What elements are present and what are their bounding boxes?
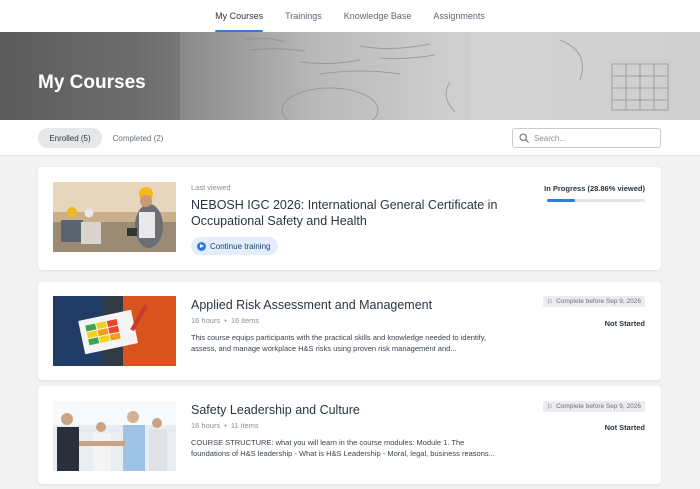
completed-tab-label: Completed (2) (112, 133, 164, 143)
course-thumbnail[interactable] (53, 296, 176, 366)
progress-bar-fill (547, 199, 576, 202)
course-items: 16 items (230, 316, 260, 325)
completed-tab[interactable]: Completed (2) (106, 128, 170, 148)
tab-label: Knowledge Base (343, 11, 412, 21)
tab-label: Trainings (285, 11, 322, 21)
course-card[interactable]: Last viewed NEBOSH IGC 2026: Internation… (38, 167, 661, 270)
tab-label: My Courses (215, 11, 264, 21)
due-date-label: Complete before Sep 9, 2026 (556, 298, 641, 305)
course-meta: 16 hours • 11 items (191, 421, 521, 430)
course-title[interactable]: Applied Risk Assessment and Management (191, 297, 521, 313)
tab-assignments[interactable]: Assignments (422, 0, 496, 32)
search-icon (519, 133, 529, 143)
meta-separator: • (224, 316, 227, 325)
play-icon (197, 241, 206, 251)
course-card[interactable]: Applied Risk Assessment and Management 1… (38, 282, 661, 380)
continue-training-button[interactable]: Continue training (191, 237, 279, 255)
tab-my-courses[interactable]: My Courses (204, 0, 274, 32)
progress-bar (547, 199, 645, 202)
filter-bar: Enrolled (5) Completed (2) (0, 120, 700, 156)
due-date-label: Complete before Sep 9, 2026 (556, 403, 641, 410)
course-thumbnail[interactable] (53, 401, 176, 471)
search-box[interactable] (512, 128, 661, 148)
course-thumbnail[interactable] (53, 182, 176, 252)
course-image-leadership (53, 401, 176, 471)
search-input[interactable] (534, 133, 652, 143)
continue-training-label: Continue training (210, 241, 271, 251)
course-description: COURSE STRUCTURE: what you will learn in… (191, 438, 495, 458)
course-hours: 16 hours (191, 316, 221, 325)
due-date-badge: ⚐ Complete before Sep 9, 2026 (542, 401, 645, 412)
progress-status: In Progress (28.86% viewed) (544, 184, 645, 193)
course-title[interactable]: Safety Leadership and Culture (191, 402, 521, 418)
course-items: 11 items (230, 421, 259, 430)
course-info: Last viewed NEBOSH IGC 2026: Internation… (191, 183, 521, 229)
course-description: This course equips participants with the… (191, 333, 487, 353)
course-hours: 16 hours (191, 421, 221, 430)
due-date-badge: ⚐ Complete before Sep 9, 2026 (542, 296, 645, 307)
course-meta: 16 hours • 16 items (191, 316, 521, 325)
flag-icon: ⚐ (546, 298, 554, 306)
course-info: Applied Risk Assessment and Management 1… (191, 297, 521, 354)
course-image-risk-matrix (53, 296, 176, 366)
course-image-workers (53, 182, 176, 252)
enrolled-tab[interactable]: Enrolled (5) (38, 128, 102, 148)
flag-icon: ⚐ (546, 403, 554, 411)
course-info: Safety Leadership and Culture 16 hours • 1… (191, 402, 521, 459)
course-card[interactable]: Safety Leadership and Culture 16 hours • 1… (38, 386, 661, 484)
page-title: My Courses (38, 72, 146, 93)
enrolled-tab-label: Enrolled (5) (49, 133, 91, 143)
last-viewed-label: Last viewed (191, 183, 231, 192)
tab-label: Assignments (433, 11, 485, 21)
course-title[interactable]: NEBOSH IGC 2026: International General C… (191, 197, 521, 229)
hero-banner: My Courses (0, 32, 700, 120)
course-status: Not Started (604, 423, 645, 432)
tab-trainings[interactable]: Trainings (274, 0, 333, 32)
top-nav: My Courses Trainings Knowledge Base Assi… (0, 0, 700, 32)
tab-knowledge-base[interactable]: Knowledge Base (333, 0, 423, 32)
meta-separator: • (224, 421, 227, 430)
course-status: Not Started (604, 319, 645, 328)
